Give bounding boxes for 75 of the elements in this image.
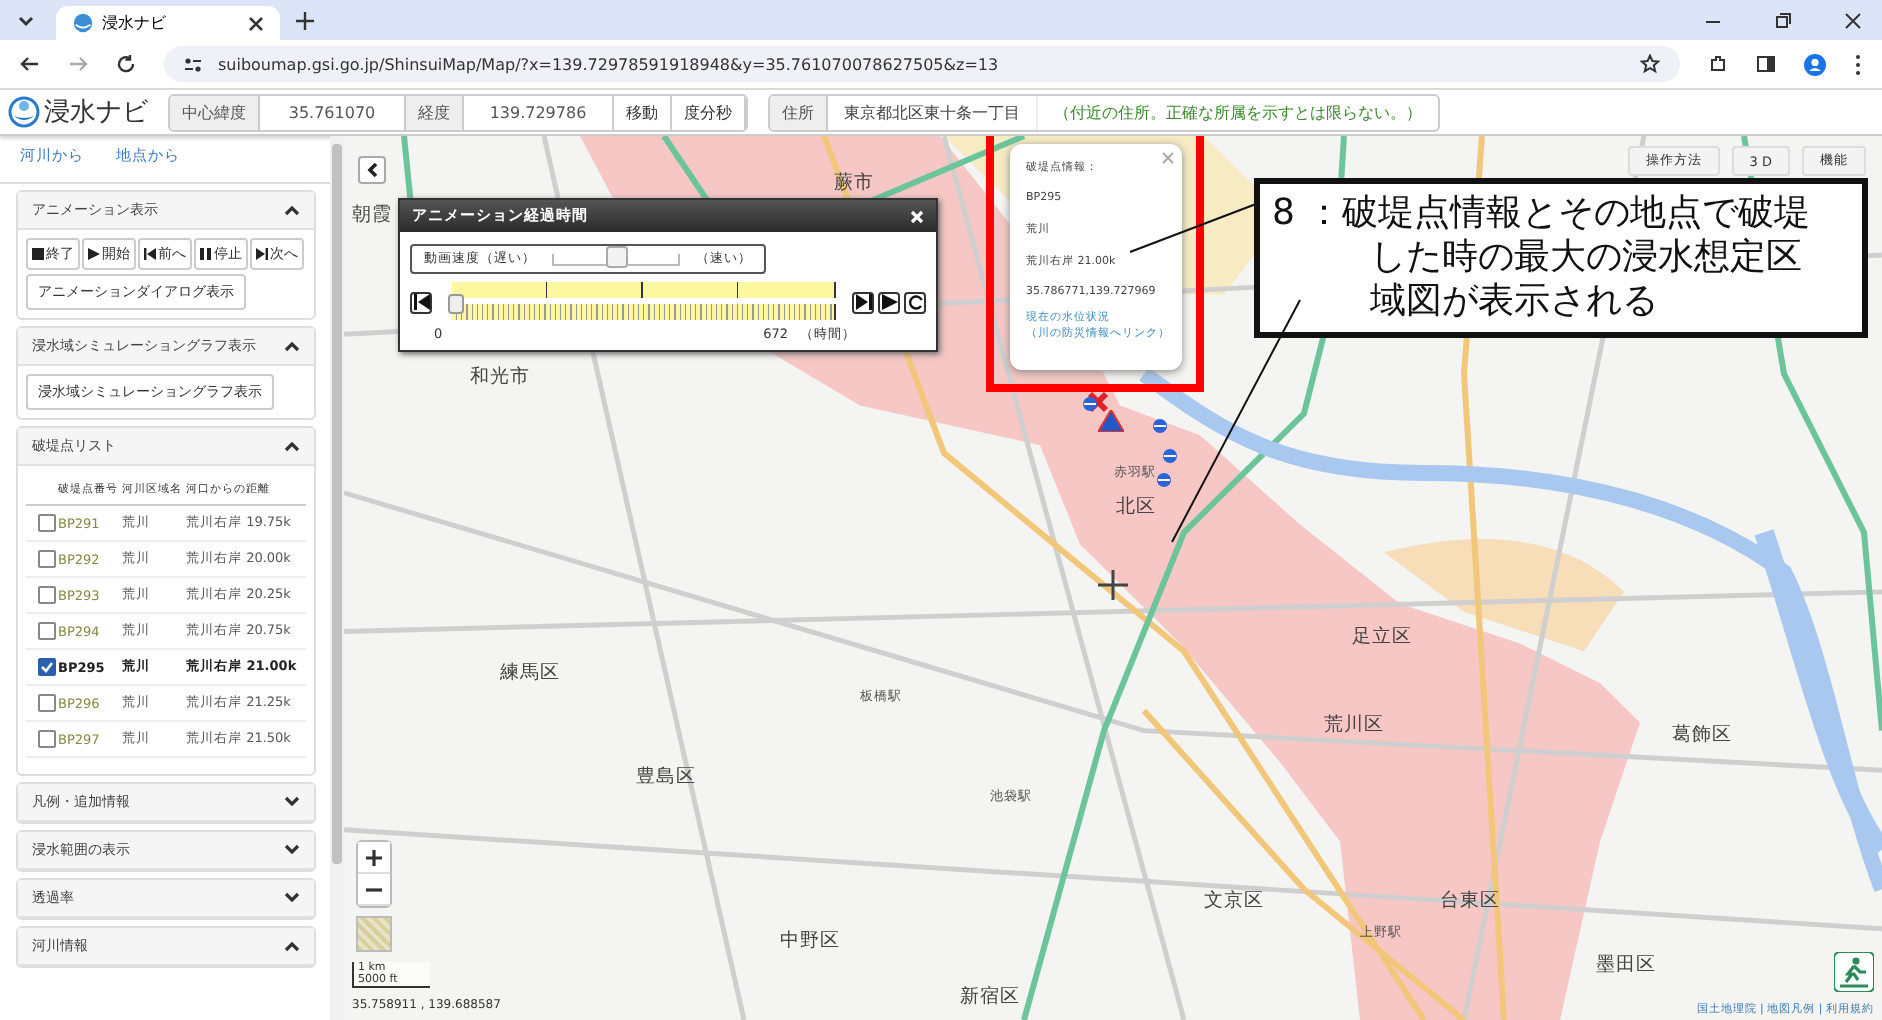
- address-value: 東京都北区東十条一丁目: [828, 95, 1038, 129]
- map-place-label: 台東区: [1440, 888, 1500, 914]
- back-icon[interactable]: [20, 54, 40, 74]
- browser-tab[interactable]: 浸水ナビ: [56, 6, 280, 40]
- site-info-icon[interactable]: [184, 55, 202, 73]
- stop-icon: [32, 248, 44, 260]
- restore-icon[interactable]: [1774, 11, 1792, 29]
- skip-to-start-button[interactable]: [410, 291, 432, 313]
- next-icon: [256, 248, 268, 260]
- row-checkbox[interactable]: [38, 514, 56, 532]
- app-logo-icon: [8, 96, 40, 128]
- collapse-sidebar-button[interactable]: [358, 156, 386, 184]
- plus-icon: [366, 849, 382, 865]
- row-checkbox[interactable]: [38, 550, 56, 568]
- reload-icon[interactable]: [116, 54, 136, 74]
- breach-point-marker-icon: [1086, 390, 1110, 414]
- map-place-label: 朝霞: [352, 202, 392, 228]
- app-logo-icon: [72, 12, 94, 34]
- more-menu-icon[interactable]: [1854, 53, 1862, 75]
- water-gauge-marker-icon: [1082, 396, 1098, 412]
- skip-forward-icon: [855, 294, 871, 310]
- side-panel-icon[interactable]: [1756, 54, 1776, 74]
- pause-icon: [200, 248, 212, 260]
- skip-to-end-button[interactable]: [852, 291, 874, 313]
- skip-back-icon: [413, 294, 429, 310]
- app-name: 浸水ナビ: [44, 96, 148, 130]
- chevron-left-icon: [366, 162, 378, 178]
- water-gauge-marker-icon: [1152, 418, 1168, 434]
- extensions-icon[interactable]: [1708, 54, 1728, 74]
- url-text: suiboumap.gsi.go.jp/ShinsuiMap/Map/?x=139.72978591918948&y=35.761070078627505&z=13: [218, 55, 999, 73]
- map-place-label: 練馬区: [500, 660, 560, 686]
- map-place-label: 中野区: [780, 928, 840, 954]
- bookmark-star-icon[interactable]: [1640, 54, 1660, 74]
- zoom-in-button[interactable]: [358, 842, 390, 874]
- water-gauge-marker-icon: [1162, 448, 1178, 464]
- map-place-label: 豊島区: [636, 764, 696, 790]
- walking-person-icon[interactable]: [1834, 952, 1874, 992]
- map-place-label: 墨田区: [1596, 952, 1656, 978]
- map-place-label: 葛飾区: [1672, 722, 1732, 748]
- tab-title: 浸水ナビ: [102, 12, 166, 34]
- close-icon[interactable]: [248, 15, 264, 31]
- address-bar[interactable]: suiboumap.gsi.go.jp/ShinsuiMap/Map/?x=139.72978591918948&y=35.761070078627505&z=13: [164, 46, 1680, 82]
- map-place-label: 足立区: [1352, 624, 1412, 650]
- longitude-label: 経度: [406, 95, 464, 129]
- close-icon[interactable]: [1844, 11, 1862, 29]
- address-note: （付近の住所。正確な所属を示すとは限らない。）: [1052, 101, 1424, 125]
- repeat-button[interactable]: [904, 291, 926, 313]
- row-checkbox[interactable]: [38, 730, 56, 748]
- map-place-label: 文京区: [1204, 888, 1264, 914]
- callout-text: 8 ：破堤点情報とその地点で破堤した時の最大の浸水想定区域図が表示される: [1272, 192, 1813, 324]
- play-icon: [88, 248, 100, 260]
- profile-avatar-icon[interactable]: [1804, 53, 1826, 75]
- timeline-thumb[interactable]: [448, 294, 464, 314]
- row-checkbox[interactable]: [38, 658, 56, 676]
- water-gauge-marker-icon: [1156, 472, 1172, 488]
- timeline-slider[interactable]: [452, 280, 836, 324]
- repeat-icon: [907, 294, 923, 310]
- scrollbar[interactable]: [330, 136, 344, 1020]
- latitude-label: 中心緯度: [170, 95, 260, 129]
- crosshair-icon: [1098, 570, 1128, 600]
- play-button[interactable]: [878, 291, 900, 313]
- speed-slider-thumb[interactable]: [606, 245, 628, 267]
- map-place-label: 荒川区: [1324, 712, 1384, 738]
- prev-icon: [144, 248, 156, 260]
- map-place-label: 北区: [1116, 494, 1156, 520]
- map-place-label: 蕨市: [834, 170, 874, 196]
- new-tab-icon[interactable]: [296, 11, 314, 29]
- map-place-label: 新宿区: [960, 984, 1020, 1010]
- row-checkbox[interactable]: [38, 622, 56, 640]
- address-label: 住所: [770, 95, 828, 129]
- play-icon: [881, 294, 897, 310]
- map-place-label: 和光市: [470, 364, 530, 390]
- triangle-marker-icon: [1098, 410, 1124, 432]
- row-checkbox[interactable]: [38, 586, 56, 604]
- row-checkbox[interactable]: [38, 694, 56, 712]
